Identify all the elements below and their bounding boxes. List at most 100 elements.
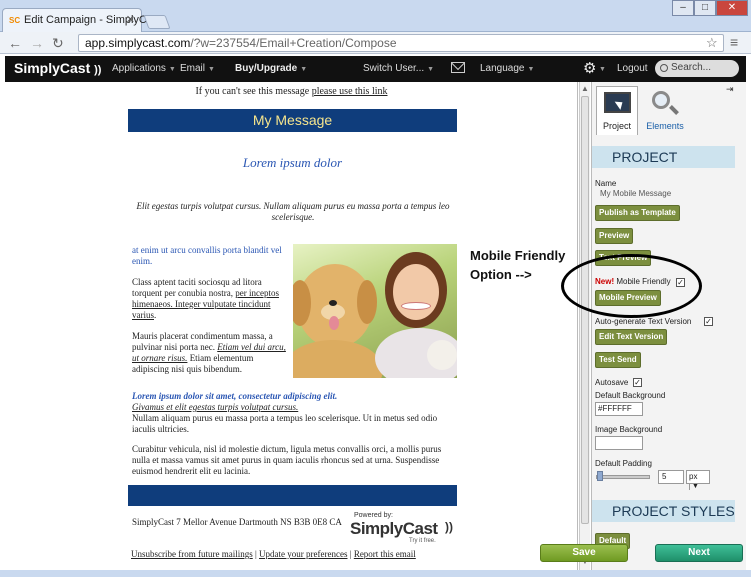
menu-switch-user[interactable]: Switch User... ▼ <box>363 63 434 74</box>
app-navbar: SimplyCast )) Applications ▼ Email ▼ Buy/U… <box>5 56 746 82</box>
view-online-link[interactable]: please use this link <box>312 86 388 97</box>
logout-link[interactable]: Logout <box>617 63 648 74</box>
menu-language-label: Language <box>480 63 525 74</box>
email-left-column[interactable]: at enim ut arcu convallis porta blandit … <box>132 245 291 385</box>
test-send-button[interactable]: Test Send <box>595 352 641 368</box>
menu-applications[interactable]: Applications ▼ <box>112 63 176 74</box>
tab-project-label: Project <box>602 121 631 131</box>
chevron-down-icon: ▼ <box>168 66 176 73</box>
envelope-icon[interactable] <box>451 62 465 73</box>
autosave-label: Autosave <box>595 378 629 387</box>
close-window-button[interactable]: ✕ <box>716 0 748 16</box>
gear-chevron-down-icon[interactable]: ▼ <box>596 63 606 74</box>
browser-titlebar: SC Edit Campaign - SimplyC ✕ – □ ✕ <box>0 0 751 32</box>
forward-icon[interactable]: → <box>30 35 44 51</box>
column-paragraph-2: Mauris placerat condimentum massa, a pul… <box>132 331 291 375</box>
image-bg-label: Image Background <box>595 425 663 434</box>
magnifier-icon <box>652 91 670 109</box>
padding-slider-handle[interactable] <box>597 471 603 481</box>
powered-logo-text: SimplyCast <box>350 519 438 538</box>
name-label: Name <box>595 179 617 188</box>
unsubscribe-link[interactable]: Unsubscribe from future mailings <box>131 549 253 559</box>
powered-tagline: Try it free. <box>409 538 436 544</box>
column-paragraph-1: Class aptent taciti sociosqu ad litora t… <box>132 277 291 321</box>
default-bg-input[interactable]: #FFFFFF <box>595 402 643 416</box>
section-styles-header[interactable]: PROJECT STYLES <box>592 500 735 522</box>
padding-value-input[interactable]: 5 <box>658 470 684 484</box>
menu-language[interactable]: Language ▼ <box>480 63 534 74</box>
powered-by-badge[interactable]: Powered by: SimplyCast )) Try it free. <box>349 510 461 546</box>
menu-applications-label: Applications <box>112 63 166 74</box>
next-button[interactable]: Next <box>655 544 743 562</box>
chevron-down-icon: ▼ <box>689 483 699 490</box>
padding-slider[interactable] <box>596 475 650 479</box>
chevron-down-icon: ▼ <box>427 66 435 73</box>
report-email-link[interactable]: Report this email <box>354 549 416 559</box>
autosave-checkbox[interactable]: ✓ <box>633 378 642 387</box>
annotation-ellipse <box>561 254 702 318</box>
close-tab-icon[interactable]: ✕ <box>126 13 135 26</box>
padding-unit-select[interactable]: px ▼ <box>686 470 710 490</box>
annotation-line-1: Mobile Friendly <box>470 248 566 263</box>
auto-text-checkbox[interactable]: ✓ <box>704 317 713 326</box>
reload-icon[interactable]: ↻ <box>52 35 64 52</box>
column-highlight: at enim ut arcu convallis porta blandit … <box>132 245 282 266</box>
woman-and-dog-photo[interactable] <box>293 244 457 378</box>
address-bar[interactable]: app.simplycast.com/?w=237554/Email+Creat… <box>78 34 724 52</box>
cat-shape <box>427 340 457 370</box>
email-scrollbar[interactable]: ▲ ▼ <box>579 82 590 570</box>
dog-tongue-shape <box>329 316 339 330</box>
email-footer-bar[interactable] <box>128 485 457 506</box>
edit-text-button[interactable]: Edit Text Version <box>595 329 668 345</box>
powered-by-label: Powered by: <box>354 512 393 519</box>
back-icon[interactable]: ← <box>8 35 22 51</box>
simplycast-logo[interactable]: SimplyCast )) <box>14 60 101 76</box>
woman-smile-shape <box>401 302 431 310</box>
menu-email-label: Email <box>180 63 206 74</box>
logo-text: SimplyCast <box>14 60 91 76</box>
body-p1-underline: Givamus et elit egestas turpis volutpat … <box>132 402 299 412</box>
menu-buy-upgrade-label: Buy/Upgrade <box>235 63 298 74</box>
body-paragraph-2: Curabitur vehicula, nisl id molestie dic… <box>132 444 442 476</box>
tab-elements[interactable]: Elements <box>640 86 690 135</box>
menu-email[interactable]: Email ▼ <box>180 63 215 74</box>
minimize-button[interactable]: – <box>672 0 694 16</box>
scroll-up-icon[interactable]: ▲ <box>581 84 589 93</box>
dog-nose-shape <box>329 300 337 306</box>
body-p1-rest: Nullam aliquam purus eu massa porta a te… <box>132 413 438 434</box>
publish-template-button[interactable]: Publish as Template <box>595 205 680 221</box>
preview-button[interactable]: Preview <box>595 228 634 244</box>
email-body-text[interactable]: Lorem ipsum dolor sit amet, consectetur … <box>132 391 459 486</box>
section-project-header[interactable]: PROJECT <box>592 146 735 168</box>
simplycast-favicon-icon: SC <box>9 16 21 25</box>
email-intro[interactable]: Elit egestas turpis volutpat cursus. Nul… <box>133 201 453 223</box>
browser-tab[interactable]: SC Edit Campaign - SimplyC ✕ <box>2 8 147 32</box>
name-value[interactable]: My Mobile Message <box>600 189 671 198</box>
browser-navbar: ← → ↻ app.simplycast.com/?w=237554/Email… <box>0 32 751 54</box>
tab-project[interactable]: Project <box>596 86 638 135</box>
bookmark-star-icon[interactable]: ☆ <box>706 35 718 51</box>
company-address: SimplyCast 7 Mellor Avenue Dartmouth NS … <box>132 517 342 527</box>
new-tab-button[interactable] <box>143 15 171 29</box>
auto-text-label: Auto-generate Text Version <box>595 317 692 326</box>
view-online-line: If you can't see this message please use… <box>5 86 577 97</box>
pin-panel-icon[interactable]: ⇥ <box>726 84 734 95</box>
maximize-button[interactable]: □ <box>694 0 716 16</box>
save-button[interactable]: Save <box>540 544 628 562</box>
update-preferences-link[interactable]: Update your preferences <box>259 549 347 559</box>
url-path: /?w=237554/Email+Creation/Compose <box>190 36 397 50</box>
email-header-bar[interactable]: My Message <box>128 109 457 132</box>
image-bg-input[interactable] <box>595 436 643 450</box>
email-canvas[interactable]: If you can't see this message please use… <box>5 82 578 570</box>
monitor-cursor-icon <box>604 92 631 113</box>
search-input[interactable]: Search... <box>655 60 739 77</box>
email-heading[interactable]: Lorem ipsum dolor <box>128 155 457 171</box>
signal-icon: )) <box>94 64 102 76</box>
chevron-down-icon: ▼ <box>527 66 535 73</box>
wrench-menu-icon[interactable]: ≡ <box>730 34 738 50</box>
gear-icon[interactable]: ⚙ <box>583 59 596 77</box>
padding-label: Default Padding <box>595 459 652 468</box>
project-panel: Project Elements ⇥ PROJECT Name My Mobil… <box>591 82 746 570</box>
menu-switch-user-label: Switch User... <box>363 63 425 74</box>
menu-buy-upgrade[interactable]: Buy/Upgrade ▼ <box>235 63 307 74</box>
